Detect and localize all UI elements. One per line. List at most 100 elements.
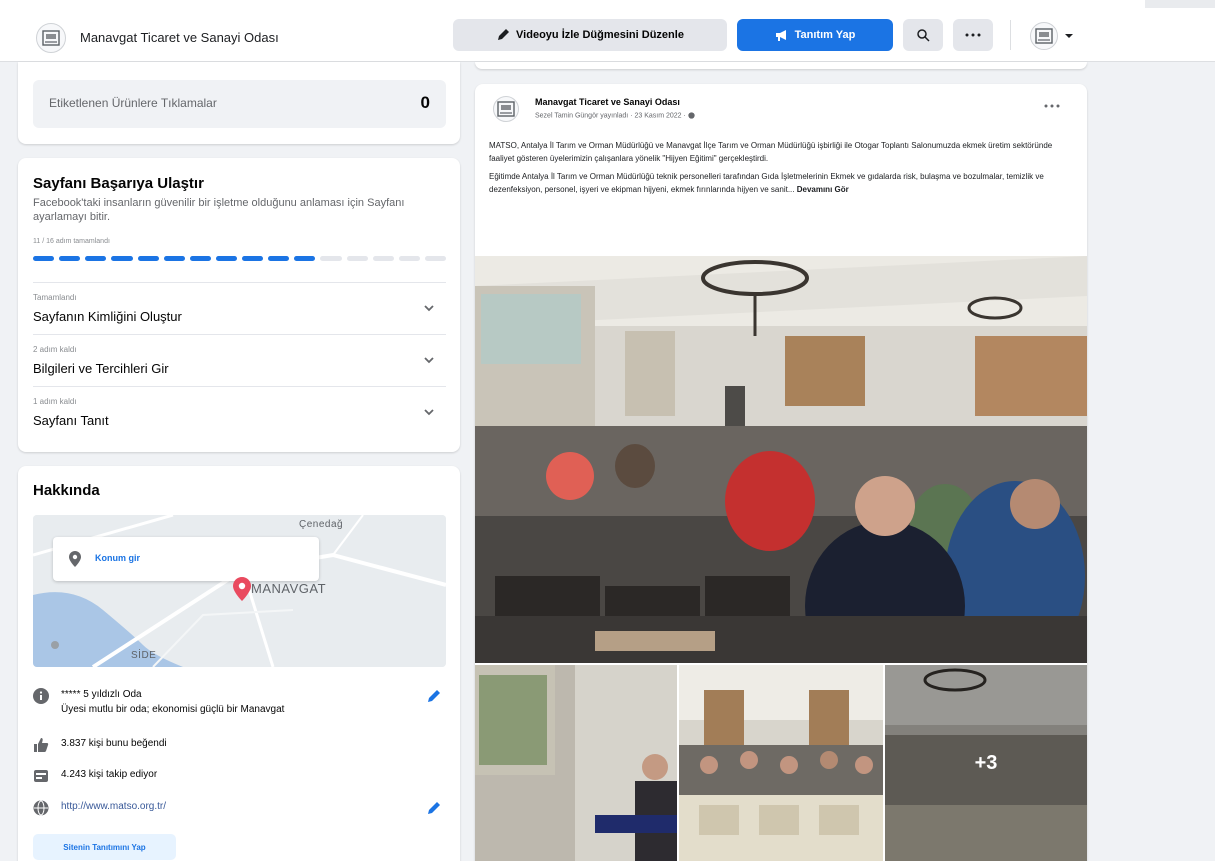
pencil-icon[interactable]: [426, 800, 442, 816]
enter-location-label: Konum gir: [95, 553, 140, 563]
nav-divider: [1010, 20, 1011, 50]
chevron-down-icon[interactable]: [1064, 32, 1074, 40]
about-rating-row: ***** 5 yıldızlı Oda Üyesi mutlu bir oda…: [33, 688, 446, 718]
post-author[interactable]: Manavgat Ticaret ve Sanayi Odası: [535, 97, 680, 107]
description-text: Üyesi mutlu bir oda; ekonomisi güçlü bir…: [61, 704, 285, 715]
progress-segment: [398, 256, 420, 261]
progress-segment: [242, 256, 264, 261]
rating-text: ***** 5 yıldızlı Oda: [61, 689, 142, 700]
progress-segment: [294, 256, 316, 261]
followers-icon: [34, 770, 48, 782]
about-title: Hakkında: [33, 482, 100, 499]
info-icon: [33, 688, 49, 704]
post-paragraph-text: Eğitimde Antalya İl Tarım ve Orman Müdür…: [489, 172, 1044, 194]
more-options-button[interactable]: [953, 19, 993, 51]
progress-segment: [215, 256, 237, 261]
edit-video-label: Videoyu İzle Düğmesini Düzenle: [516, 29, 684, 41]
page-name[interactable]: Manavgat Ticaret ve Sanayi Odası: [80, 30, 279, 45]
progress-segment: [424, 256, 446, 261]
step-status: 1 adım kaldı: [33, 397, 77, 406]
progress-segment: [111, 256, 133, 261]
megaphone-icon: [775, 30, 786, 41]
promote-label: Tanıtım Yap: [794, 29, 856, 41]
post-photo-4[interactable]: +3: [885, 665, 1087, 861]
enter-location-chip[interactable]: Konum gir: [53, 537, 319, 581]
chevron-down-icon[interactable]: [422, 405, 436, 419]
audience-photo: [679, 665, 883, 861]
progress-segment: [268, 256, 290, 261]
globe-icon: [688, 112, 695, 119]
progress-bar: [33, 256, 446, 261]
progress-segment: [346, 256, 368, 261]
edit-video-button[interactable]: Videoyu İzle Düğmesini Düzenle: [453, 19, 727, 51]
progress-text: 11 / 16 adım tamamlandı: [33, 238, 110, 245]
about-likes-row: 3.837 kişi bunu beğendi: [33, 737, 446, 755]
progress-segment: [85, 256, 107, 261]
tagged-products-row[interactable]: Etiketlenen Ürünlere Tıklamalar 0: [33, 80, 446, 128]
step-row-info[interactable]: 2 adım kaldı Bilgileri ve Tercihleri Gir: [33, 334, 446, 382]
post-photo-3[interactable]: [679, 665, 883, 861]
step-label: Sayfanı Tanıt: [33, 413, 109, 428]
building-logo-icon: [1035, 28, 1053, 44]
step-row-promote[interactable]: 1 adım kaldı Sayfanı Tanıt: [33, 386, 446, 434]
progress-segment: [137, 256, 159, 261]
post-photo-2[interactable]: [475, 665, 677, 861]
promote-button[interactable]: Tanıtım Yap: [737, 19, 893, 51]
thumbs-up-icon: [34, 738, 49, 752]
post-paragraph: MATSO, Antalya İl Tarım ve Orman Müdürlü…: [489, 141, 1053, 163]
post-meta: Sezel Tamin Güngör yayınladı · 23 Kasım …: [535, 112, 695, 119]
map-label-area: Çenedağ: [299, 519, 344, 530]
progress-segment: [33, 256, 55, 261]
step-label: Bilgileri ve Tercihleri Gir: [33, 361, 169, 376]
map-label-town: SİDE: [131, 650, 157, 661]
location-pin-icon: [69, 551, 81, 567]
progress-segment: [372, 256, 394, 261]
promote-website-button[interactable]: Sitenin Tanıtımını Yap: [33, 834, 176, 860]
website-link[interactable]: http://www.matso.org.tr/: [61, 801, 166, 812]
see-more-link[interactable]: Devamını Gör: [797, 185, 849, 194]
progress-segment: [320, 256, 342, 261]
account-switcher-avatar[interactable]: [1030, 22, 1058, 50]
more-photos-overlay[interactable]: +3: [885, 665, 1087, 861]
map-label-city: MANAVGAT: [251, 581, 327, 596]
post-options-icon[interactable]: [1044, 103, 1060, 109]
page-success-title: Sayfanı Başarıya Ulaştır: [33, 175, 204, 192]
post-body: MATSO, Antalya İl Tarım ve Orman Müdürlü…: [489, 139, 1069, 201]
step-label: Sayfanın Kimliğini Oluştur: [33, 309, 182, 324]
likes-text: 3.837 kişi bunu beğendi: [61, 738, 167, 749]
progress-segment: [59, 256, 81, 261]
page-avatar[interactable]: [36, 23, 66, 53]
pencil-icon[interactable]: [426, 688, 442, 704]
location-map[interactable]: Konum gir MANAVGAT SİDE Çenedağ: [33, 515, 446, 667]
tagged-products-label: Etiketlenen Ürünlere Tıklamalar: [49, 96, 217, 110]
pencil-icon: [498, 29, 510, 40]
post-main-photo[interactable]: [475, 256, 1087, 663]
window-edge: [1145, 0, 1215, 8]
speaker-photo: [475, 665, 677, 861]
top-bar: Manavgat Ticaret ve Sanayi Odası Videoyu…: [0, 0, 1215, 62]
building-logo-icon: [42, 30, 60, 46]
chevron-down-icon[interactable]: [422, 353, 436, 367]
post-paragraph-2: Eğitimde Antalya İl Tarım ve Orman Müdür…: [489, 170, 1069, 196]
more-icon: [965, 33, 981, 37]
previous-post-card: [475, 62, 1087, 69]
search-icon: [917, 29, 930, 42]
post-author-avatar[interactable]: [493, 96, 519, 122]
progress-segment: [163, 256, 185, 261]
followers-text: 4.243 kişi takip ediyor: [61, 769, 158, 780]
step-row-identity[interactable]: Tamamlandı Sayfanın Kimliğini Oluştur: [33, 282, 446, 330]
globe-icon: [33, 800, 49, 816]
seminar-hall-photo: [475, 256, 1087, 663]
map-marker-icon: [233, 577, 251, 601]
step-status: 2 adım kaldı: [33, 345, 77, 354]
post-meta-text: Sezel Tamin Güngör yayınladı · 23 Kasım …: [535, 112, 686, 120]
step-status: Tamamlandı: [33, 293, 77, 302]
tagged-products-count: 0: [420, 93, 430, 112]
about-website-row: http://www.matso.org.tr/: [33, 800, 446, 818]
chevron-down-icon[interactable]: [422, 301, 436, 315]
about-followers-row: 4.243 kişi takip ediyor: [33, 768, 446, 786]
search-button[interactable]: [903, 19, 943, 51]
page-success-description: Facebook'taki insanların güvenilir bir i…: [33, 197, 405, 223]
building-logo-icon: [497, 101, 515, 117]
progress-segment: [189, 256, 211, 261]
